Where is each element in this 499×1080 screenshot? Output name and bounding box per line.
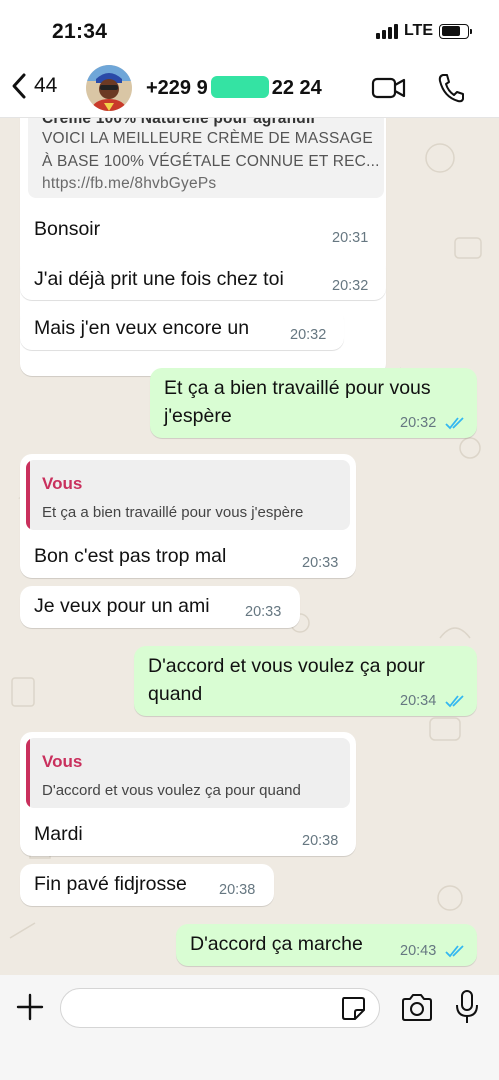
message-time: 20:32 xyxy=(290,327,327,343)
quote-author: Vous xyxy=(42,474,83,493)
status-time: 21:34 xyxy=(52,20,108,43)
back-button[interactable]: 44 xyxy=(10,72,57,100)
quote-author: Vous xyxy=(42,752,83,771)
quoted-message[interactable]: Vous D'accord et vous voulez ça pour qua… xyxy=(26,738,350,808)
phone-call-icon[interactable] xyxy=(436,72,466,104)
message-text: Je veux pour un ami xyxy=(34,595,210,617)
quote-text: Et ça a bien travaillé pour vous j'espèr… xyxy=(42,504,304,521)
contact-prefix: +229 9 xyxy=(146,77,208,99)
unread-count: 44 xyxy=(34,74,58,97)
message-text: Fin pavé fidjrosse xyxy=(34,873,187,895)
link-preview-url[interactable]: https://fb.me/8hvbGyePs xyxy=(42,175,216,193)
video-call-icon[interactable] xyxy=(371,74,407,102)
message-time: 20:38 xyxy=(219,882,256,898)
message-time: 20:31 xyxy=(332,230,369,246)
message-text-line1: Et ça a bien travaillé pour vous xyxy=(164,377,431,399)
contact-name[interactable]: +229 9 22 24 xyxy=(146,76,322,100)
quote-text: D'accord et vous voulez ça pour quand xyxy=(42,782,301,799)
message-text: D'accord ça marche xyxy=(190,933,363,955)
message-time: 20:38 xyxy=(302,833,339,849)
quote-bar xyxy=(26,738,30,808)
message-text-line2: j'espère xyxy=(164,405,232,427)
message-text-line1: D'accord et vous voulez ça pour xyxy=(148,655,425,677)
status-indicators: LTE xyxy=(375,22,472,40)
message-time: 20:32 xyxy=(332,278,369,294)
composer-bar xyxy=(0,975,499,1080)
read-ticks-icon xyxy=(445,695,464,708)
chat-header: 44 +229 9 22 24 xyxy=(0,58,499,118)
message-list[interactable]: Crème 100% Naturelle pour agrandir VOICI… xyxy=(0,118,499,975)
network-type: LTE xyxy=(403,22,433,39)
redaction-mark xyxy=(210,76,269,98)
read-ticks-icon xyxy=(445,945,464,958)
camera-icon[interactable] xyxy=(400,992,434,1024)
message-text-line2: quand xyxy=(148,683,203,705)
chevron-left-icon xyxy=(12,73,26,99)
message-text: Mardi xyxy=(34,823,83,845)
message-time: 20:32 xyxy=(400,415,437,431)
battery-icon xyxy=(439,23,472,39)
message-text: Bon c'est pas trop mal xyxy=(34,545,227,567)
signal-bars-icon xyxy=(375,23,398,39)
contact-suffix: 22 24 xyxy=(271,77,322,99)
link-preview-line1: VOICI LA MEILLEURE CRÈME DE MASSAGE xyxy=(42,130,373,147)
link-preview-line2: À BASE 100% VÉGÉTALE CONNUE ET REC... xyxy=(42,153,380,170)
avatar[interactable] xyxy=(86,65,132,111)
sticker-icon[interactable] xyxy=(340,995,366,1021)
quoted-message[interactable]: Vous Et ça a bien travaillé pour vous j'… xyxy=(26,460,350,530)
microphone-icon[interactable] xyxy=(454,989,480,1025)
read-ticks-icon xyxy=(445,417,464,430)
message-input[interactable] xyxy=(60,988,380,1028)
status-bar: 21:34 LTE xyxy=(0,0,499,58)
message-time: 20:33 xyxy=(245,604,282,620)
plus-icon[interactable] xyxy=(14,991,46,1023)
message-text: Bonsoir xyxy=(34,218,101,240)
link-preview-title: Crème 100% Naturelle pour agrandir xyxy=(42,118,317,127)
message-time: 20:34 xyxy=(400,693,437,709)
message-text: J'ai déjà prit une fois chez toi xyxy=(34,268,284,290)
message-time: 20:43 xyxy=(400,943,437,959)
quote-bar xyxy=(26,460,30,530)
message-text: Mais j'en veux encore un xyxy=(34,317,250,339)
link-preview-card[interactable]: Crème 100% Naturelle pour agrandir VOICI… xyxy=(28,118,384,198)
message-time: 20:33 xyxy=(302,555,339,571)
